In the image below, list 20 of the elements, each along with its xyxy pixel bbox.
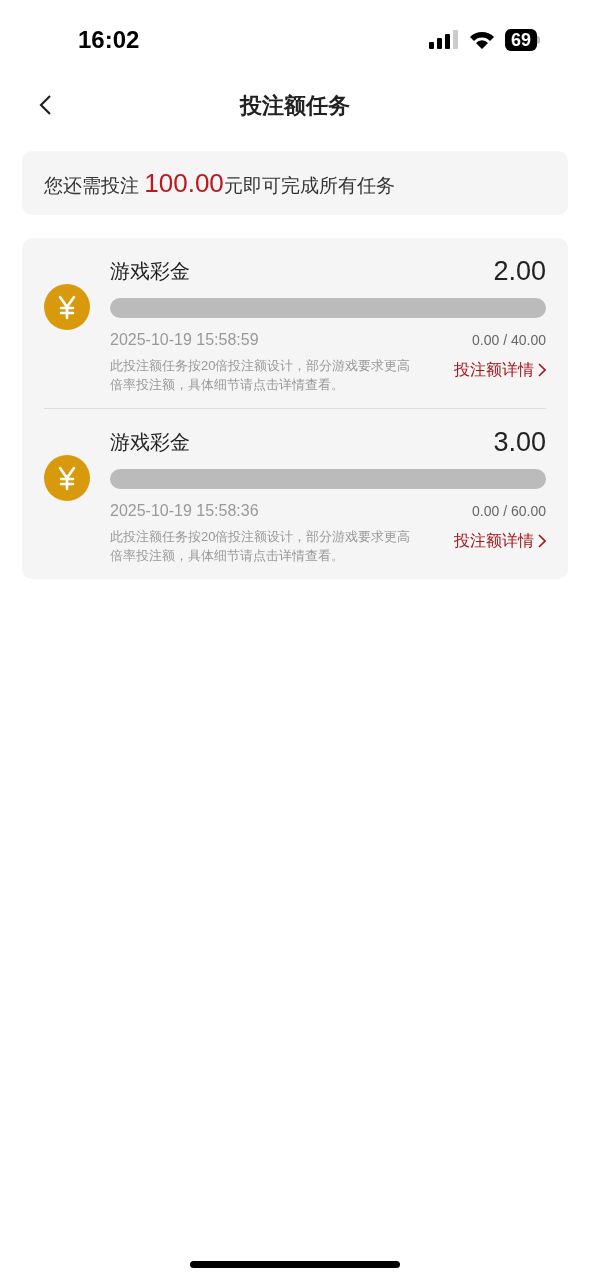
- signal-icon: [428, 30, 459, 50]
- chevron-right-icon: [538, 363, 546, 377]
- summary-text: 您还需投注 100.00元即可完成所有任务: [44, 166, 395, 200]
- yen-coin-icon: [44, 284, 90, 330]
- details-link[interactable]: 投注额详情: [454, 356, 546, 382]
- task-time: 2025-10-19 15:58:36: [110, 501, 259, 521]
- status-time: 16:02: [78, 25, 140, 55]
- task-name: 游戏彩金: [110, 430, 190, 455]
- task-amount: 3.00: [493, 425, 546, 459]
- task-note: 此投注额任务按20倍投注额设计，部分游戏要求更高倍率投注额，具体细节请点击详情查看。: [110, 528, 412, 565]
- task-time: 2025-10-19 15:58:59: [110, 330, 259, 350]
- task-name: 游戏彩金: [110, 259, 190, 284]
- task-amount: 2.00: [493, 254, 546, 288]
- page-title: 投注额任务: [240, 91, 350, 120]
- details-link[interactable]: 投注额详情: [454, 527, 546, 553]
- battery-indicator: 69: [504, 29, 540, 51]
- yen-coin-icon: [44, 455, 90, 501]
- chevron-right-icon: [538, 534, 546, 548]
- wifi-icon: [468, 30, 495, 50]
- task-note: 此投注额任务按20倍投注额设计，部分游戏要求更高倍率投注额，具体细节请点击详情查看。: [110, 357, 412, 394]
